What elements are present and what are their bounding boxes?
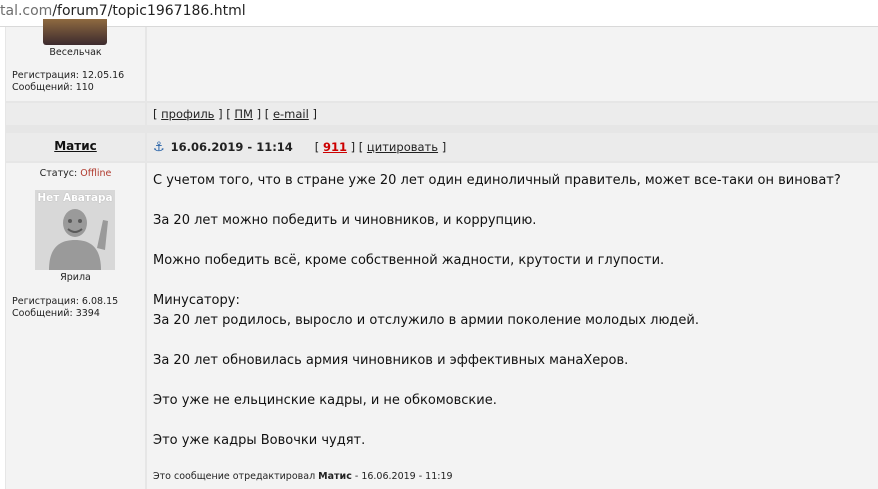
bracket: ] bbox=[441, 140, 447, 154]
bracket: ] [ bbox=[350, 140, 364, 154]
rating-link[interactable]: 911 bbox=[323, 140, 347, 154]
post-line: Это уже кадры Вовочки чудят. bbox=[153, 433, 366, 448]
post-line bbox=[153, 371, 863, 391]
bracket: ] [ bbox=[218, 107, 231, 121]
post-line bbox=[153, 191, 863, 211]
anchor-icon[interactable]: ⚓ bbox=[153, 140, 165, 155]
author-messages: Сообщений: 3394 bbox=[12, 308, 100, 319]
post-date: 16.06.2019 - 11:14 bbox=[170, 140, 293, 154]
edit-note: Это сообщение отредактировал Матис - 16.… bbox=[153, 471, 453, 482]
prev-registration: Регистрация: 12.05.16 bbox=[12, 70, 125, 81]
post-line: За 20 лет можно победить и чиновников, и… bbox=[153, 213, 537, 228]
prev-links-left-cell bbox=[6, 103, 145, 125]
author-stats: Регистрация: 6.08.15 Сообщений: 3394 bbox=[12, 296, 118, 320]
edit-note-prefix: Это сообщение отредактировал bbox=[153, 471, 316, 482]
address-bar[interactable]: tal.com/forum7/topic1967186.html bbox=[0, 0, 878, 27]
edit-note-author: Матис bbox=[318, 471, 352, 482]
url-text[interactable]: tal.com/forum7/topic1967186.html bbox=[0, 3, 246, 19]
profile-link[interactable]: профиль bbox=[161, 107, 214, 121]
prev-post-links: [ профиль ] [ ПМ ] [ e-mail ] bbox=[153, 107, 317, 121]
author-rank: Ярила bbox=[60, 272, 91, 283]
user-status: Статус: Offline bbox=[5, 168, 146, 180]
post-line: Можно победить всё, кроме собственной жа… bbox=[153, 253, 665, 268]
author-registration: Регистрация: 6.08.15 bbox=[12, 296, 119, 307]
bracket: ] [ bbox=[256, 107, 270, 121]
post-line: Минусатору: bbox=[153, 293, 240, 308]
post-line bbox=[153, 271, 863, 291]
prev-avatar bbox=[43, 19, 107, 45]
forum-table: Весельчак Регистрация: 12.05.16 Сообщений… bbox=[5, 19, 878, 489]
post-line: За 20 лет родилось, выросло и отслужило … bbox=[153, 313, 699, 328]
bracket: [ bbox=[153, 107, 158, 121]
url-domain: tal.com bbox=[0, 3, 53, 19]
post-header: ⚓ 16.06.2019 - 11:14[ 911 ] [ цитировать … bbox=[153, 140, 446, 155]
quote-link[interactable]: цитировать bbox=[367, 140, 438, 154]
avatar-caption: Нет Аватара bbox=[37, 192, 113, 204]
bracket: [ bbox=[314, 140, 320, 154]
post-line bbox=[153, 411, 863, 431]
bracket: ] bbox=[312, 107, 317, 121]
prev-stats: Регистрация: 12.05.16 Сообщений: 110 bbox=[12, 70, 124, 94]
post-body: С учетом того, что в стране уже 20 лет о… bbox=[153, 171, 863, 451]
prev-rank: Весельчак bbox=[49, 47, 102, 58]
prev-messages: Сообщений: 110 bbox=[12, 82, 94, 93]
prev-body-cell bbox=[147, 27, 878, 101]
status-value: Offline bbox=[80, 168, 112, 179]
url-path: /forum7/topic1967186.html bbox=[52, 3, 246, 19]
post-line bbox=[153, 331, 863, 351]
email-link[interactable]: e-mail bbox=[273, 107, 309, 121]
post-line: С учетом того, что в стране уже 20 лет о… bbox=[153, 173, 841, 188]
post-line: За 20 лет обновилась армия чиновников и … bbox=[153, 353, 629, 368]
post-line bbox=[153, 231, 863, 251]
pm-link[interactable]: ПМ bbox=[234, 107, 253, 121]
post-line: Это уже не ельцинские кадры, и не обкомо… bbox=[153, 393, 497, 408]
status-label: Статус: bbox=[39, 168, 78, 179]
author-name-link[interactable]: Матис bbox=[5, 139, 146, 153]
edit-note-date: - 16.06.2019 - 11:19 bbox=[354, 471, 453, 482]
no-avatar-image: Нет Аватара bbox=[35, 190, 115, 270]
